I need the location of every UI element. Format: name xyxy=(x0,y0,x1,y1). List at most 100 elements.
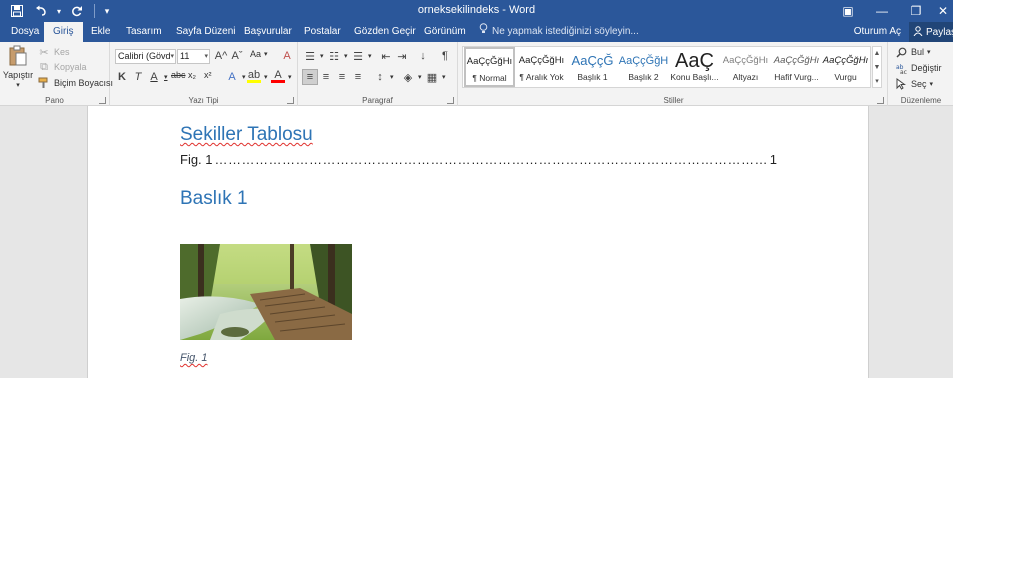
clipboard-group-label: Pano xyxy=(45,96,64,105)
share-button[interactable]: Paylaş xyxy=(909,22,953,42)
underline-button[interactable]: A ▾ xyxy=(147,70,168,84)
sign-in-link[interactable]: Oturum Aç xyxy=(854,22,901,42)
sort-button[interactable]: ↓ xyxy=(416,49,430,63)
scroll-down-icon[interactable]: ▼ xyxy=(873,61,881,75)
borders-button[interactable]: ▦ ▾ xyxy=(425,70,446,84)
word-window: ▾ ▾ orneksekilindeks - Word ▣ — ❐ ✕ Dosy… xyxy=(0,0,953,378)
bold-button[interactable]: K xyxy=(115,70,129,84)
align-right-button[interactable]: ≡ xyxy=(335,70,349,84)
window-title: orneksekilindeks - Word xyxy=(417,4,536,16)
strikethrough-button[interactable]: abc xyxy=(171,70,186,80)
style-heading-1[interactable]: AaÇçĞ Başlık 1 xyxy=(567,48,618,86)
align-center-icon: ≡ xyxy=(322,71,330,83)
center-button[interactable]: ≡ xyxy=(319,70,333,84)
styles-group: AaÇçĞğHı ¶ Normal AaÇçĞğHı ¶ Aralık Yok … xyxy=(460,42,888,106)
paste-button[interactable]: Yapıştır ▾ xyxy=(3,45,33,89)
increase-indent-button[interactable]: ⇥ xyxy=(395,49,409,63)
multilevel-list-icon: ☰ xyxy=(353,50,363,63)
shrink-font-button[interactable]: Aˇ xyxy=(230,49,244,63)
highlight-button[interactable]: ab ▾ xyxy=(247,69,268,83)
minimize-icon[interactable]: — xyxy=(865,0,899,22)
tab-references[interactable]: Başvurular xyxy=(235,22,301,42)
chevron-down-icon: ▾ xyxy=(170,53,174,60)
style-normal[interactable]: AaÇçĞğHı ¶ Normal xyxy=(464,47,515,87)
cut-button[interactable]: ✂ Kes xyxy=(37,45,69,59)
replace-button[interactable]: ab ac Değiştir xyxy=(894,61,942,75)
tab-insert[interactable]: Ekle xyxy=(82,22,119,42)
font-name-value: Calibri (Gövd xyxy=(118,51,171,61)
style-sample: AaÇ xyxy=(675,50,714,72)
chevron-down-icon: ▾ xyxy=(164,74,168,81)
style-subtle-emphasis[interactable]: AaÇçĞğHı Hafif Vurg... xyxy=(771,48,822,86)
justify-button[interactable]: ≡ xyxy=(351,70,365,84)
highlighter-icon: ab xyxy=(247,69,261,83)
font-group: Calibri (Gövd ▾ 11 ▾ A^ Aˇ Aa ▾ A K T A ▾ … xyxy=(110,42,298,106)
format-painter-button[interactable]: Biçim Boyacısı xyxy=(37,76,113,90)
style-name: Başlık 2 xyxy=(628,72,659,82)
show-marks-button[interactable]: ¶ xyxy=(438,49,452,63)
document-page[interactable]: Sekiller Tablosu Fig. 1 …………………………………………… xyxy=(87,106,869,378)
close-icon[interactable]: ✕ xyxy=(933,0,953,22)
tab-home[interactable]: Giriş xyxy=(44,22,83,42)
bullets-button[interactable]: ☰ ▾ xyxy=(303,49,323,63)
styles-launcher-icon[interactable] xyxy=(877,97,884,104)
tab-layout[interactable]: Sayfa Düzeni xyxy=(167,22,244,42)
clear-formatting-button[interactable]: A xyxy=(280,49,294,63)
grow-font-button[interactable]: A^ xyxy=(214,49,228,63)
editing-group: Bul ▾ ab ac Değiştir Seç ▾ Düzenleme xyxy=(889,42,953,106)
superscript-button[interactable]: x² xyxy=(204,70,212,80)
style-emphasis[interactable]: AaÇçĞğHı Vurgu xyxy=(820,48,871,86)
figure-image[interactable] xyxy=(180,244,352,340)
italic-button[interactable]: T xyxy=(131,70,145,84)
chevron-down-icon: ▾ xyxy=(368,53,372,60)
numbering-button[interactable]: ☷ ▾ xyxy=(327,49,347,63)
toc-entry[interactable]: Fig. 1 ………………………………………………………………………………………… xyxy=(180,152,777,168)
decrease-indent-button[interactable]: ⇤ xyxy=(379,49,393,63)
clipboard-launcher-icon[interactable] xyxy=(99,97,106,104)
copy-button[interactable]: ⧉ Kopyala xyxy=(37,60,86,74)
font-size-combo[interactable]: 11 ▾ xyxy=(177,49,210,64)
shading-button[interactable]: ◈ ▾ xyxy=(401,70,422,84)
chevron-down-icon: ▾ xyxy=(418,74,422,81)
style-no-spacing[interactable]: AaÇçĞğHı ¶ Aralık Yok xyxy=(516,48,567,86)
align-left-button[interactable]: ≡ xyxy=(302,69,318,85)
bold-icon: K xyxy=(118,71,126,83)
style-name: Başlık 1 xyxy=(577,72,608,82)
chevron-down-icon: ▾ xyxy=(288,73,292,81)
multilevel-list-button[interactable]: ☰ ▾ xyxy=(351,49,372,63)
line-spacing-icon: ↕ xyxy=(377,71,383,83)
font-color-button[interactable]: A ▾ xyxy=(271,69,292,83)
tab-review[interactable]: Gözden Geçir xyxy=(345,22,425,42)
style-heading-2[interactable]: AaÇçĞğH Başlık 2 xyxy=(618,48,669,86)
change-case-button[interactable]: Aa ▾ xyxy=(250,49,268,59)
ribbon-display-options-icon[interactable]: ▣ xyxy=(831,0,865,22)
select-button[interactable]: Seç ▾ xyxy=(894,77,933,91)
styles-group-label: Stiller xyxy=(663,96,684,105)
find-button[interactable]: Bul ▾ xyxy=(894,45,931,59)
restore-icon[interactable]: ❐ xyxy=(899,0,933,22)
font-launcher-icon[interactable] xyxy=(287,97,294,104)
cursor-icon xyxy=(894,77,908,91)
subscript-button[interactable]: x₂ xyxy=(188,70,196,80)
style-name: ¶ Normal xyxy=(472,73,507,83)
scissors-icon: ✂ xyxy=(39,46,49,59)
paste-dropdown-icon[interactable]: ▾ xyxy=(16,81,20,89)
more-styles-icon[interactable]: ▾ xyxy=(873,75,881,89)
caption-text: Fig. 1 xyxy=(180,352,208,364)
font-name-combo[interactable]: Calibri (Gövd ▾ xyxy=(115,49,176,64)
scroll-up-icon[interactable]: ▲ xyxy=(873,47,881,61)
style-name: Altyazı xyxy=(732,72,759,82)
style-title[interactable]: AaÇ Konu Başlı... xyxy=(669,48,720,86)
text-effects-button[interactable]: A ▾ xyxy=(225,70,246,84)
style-subtitle[interactable]: AaÇçĞğHı Altyazı xyxy=(720,48,771,86)
bullets-icon: ☰ xyxy=(305,50,315,63)
tab-mailings[interactable]: Postalar xyxy=(295,22,350,42)
tell-me-box[interactable]: Ne yapmak istediğinizi söyleyin... xyxy=(479,22,639,42)
tab-design[interactable]: Tasarım xyxy=(117,22,171,42)
tab-view[interactable]: Görünüm xyxy=(415,22,475,42)
toc-entry-page: 1 xyxy=(769,152,777,167)
line-spacing-button[interactable]: ↕ ▾ xyxy=(373,70,393,84)
chevron-down-icon: ▾ xyxy=(242,74,246,81)
paragraph-launcher-icon[interactable] xyxy=(447,97,454,104)
tab-file[interactable]: Dosya xyxy=(2,22,48,42)
